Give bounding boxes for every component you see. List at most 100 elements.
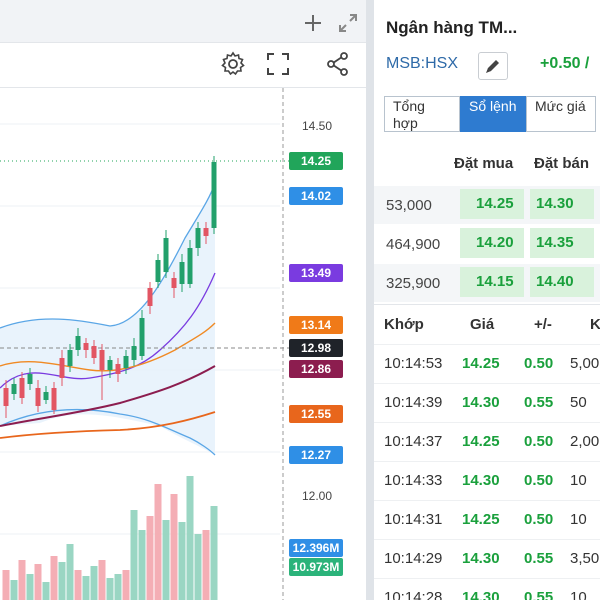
candle-body bbox=[43, 392, 49, 400]
trade-change: 0.50 bbox=[524, 355, 554, 372]
trade-row[interactable]: 10:14:33 14.30 0.50 10 bbox=[374, 461, 600, 501]
candle-body bbox=[163, 238, 169, 272]
expand-icon[interactable] bbox=[337, 12, 359, 34]
bid-price[interactable]: 14.15 bbox=[460, 267, 524, 297]
add-icon[interactable] bbox=[302, 12, 324, 34]
candle-body bbox=[155, 260, 161, 282]
trade-row[interactable]: 10:14:29 14.30 0.55 3,50 bbox=[374, 539, 600, 579]
fullscreen-icon[interactable] bbox=[265, 51, 291, 77]
volume-bar bbox=[202, 530, 210, 600]
ask-header: Đặt bán bbox=[534, 155, 590, 172]
trade-change: 0.50 bbox=[524, 472, 554, 489]
price-tag-text: 14.02 bbox=[301, 189, 331, 203]
price-tags: 14.25 14.02 13.49 13.14 12.98 12.86 12.55 12.27… bbox=[289, 152, 343, 576]
price-chart[interactable]: 14.50 12.00 14.25 14.02 13.49 13.14 12.98 12.… bbox=[0, 88, 366, 600]
volume-bar bbox=[82, 576, 90, 600]
trade-price: 14.25 bbox=[462, 511, 500, 528]
candle-body bbox=[179, 262, 185, 284]
ask-price[interactable]: 14.40 bbox=[530, 267, 594, 297]
price-tag: 12.98 bbox=[289, 339, 343, 357]
stock-title: Ngân hàng TM... bbox=[386, 18, 518, 37]
candle-body bbox=[115, 364, 121, 374]
volume-bar bbox=[170, 494, 178, 600]
trade-change: 0.50 bbox=[524, 433, 554, 450]
trade-time: 10:14:37 bbox=[384, 433, 443, 450]
ticker-symbol[interactable]: MSB:HSX bbox=[386, 55, 458, 73]
order-volume: 53,000 bbox=[386, 197, 432, 214]
price-tag-text: 12.98 bbox=[301, 341, 331, 355]
candle-body bbox=[139, 318, 145, 356]
trade-price-header: Giá bbox=[470, 316, 495, 333]
volume-bar bbox=[122, 570, 130, 600]
volume-bar bbox=[18, 560, 26, 600]
candle-body bbox=[3, 388, 9, 406]
trade-volume: 5,00 bbox=[570, 355, 600, 372]
trade-time: 10:14:28 bbox=[384, 589, 443, 600]
trade-price: 14.30 bbox=[462, 550, 500, 567]
tab-summary[interactable]: Tổng hợp bbox=[384, 96, 460, 132]
volume-bar bbox=[2, 570, 10, 600]
ask-price-text: 14.30 bbox=[536, 195, 574, 212]
trade-volume: 2,00 bbox=[570, 433, 600, 450]
candle-body bbox=[147, 288, 153, 306]
price-tag: 13.49 bbox=[289, 264, 343, 282]
chart-header bbox=[0, 0, 366, 43]
price-tag-text: 13.14 bbox=[301, 318, 331, 332]
candle-body bbox=[99, 350, 105, 370]
trade-volume: 10 bbox=[570, 589, 587, 600]
bid-price[interactable]: 14.25 bbox=[460, 189, 524, 219]
trade-volume: 10 bbox=[570, 511, 587, 528]
tab-order-book[interactable]: Sổ lệnh bbox=[460, 96, 526, 132]
ask-price[interactable]: 14.30 bbox=[530, 189, 594, 219]
trade-row[interactable]: 10:14:37 14.25 0.50 2,00 bbox=[374, 422, 600, 462]
settings-icon[interactable] bbox=[220, 51, 246, 77]
bid-price[interactable]: 14.20 bbox=[460, 228, 524, 258]
trade-price: 14.30 bbox=[462, 589, 500, 600]
volume-bar bbox=[74, 570, 82, 600]
price-tag: 14.25 bbox=[289, 152, 343, 170]
ask-price-text: 14.40 bbox=[536, 273, 574, 290]
volume-bar bbox=[26, 574, 34, 600]
trade-price: 14.30 bbox=[462, 472, 500, 489]
volume-bar bbox=[162, 520, 170, 600]
bid-header: Đặt mua bbox=[454, 155, 514, 172]
edit-ticker-button[interactable] bbox=[478, 52, 508, 80]
trade-row[interactable]: 10:14:31 14.25 0.50 10 bbox=[374, 500, 600, 540]
volume-bar bbox=[154, 484, 162, 600]
trade-time: 10:14:29 bbox=[384, 550, 443, 567]
trade-row[interactable]: 10:14:53 14.25 0.50 5,00 bbox=[374, 344, 600, 384]
candle-body bbox=[131, 346, 137, 360]
trade-price: 14.30 bbox=[462, 394, 500, 411]
trade-row[interactable]: 10:14:28 14.30 0.55 10 bbox=[374, 578, 600, 600]
volume-bar bbox=[210, 506, 218, 600]
volume-bar bbox=[10, 580, 18, 600]
tab-price-levels[interactable]: Mức giá bbox=[526, 96, 596, 132]
price-tag-text: 12.27 bbox=[301, 448, 331, 462]
trade-volume: 3,50 bbox=[570, 550, 600, 567]
trade-volume-header: K bbox=[590, 316, 600, 333]
volume-bar bbox=[42, 582, 50, 600]
trade-change: 0.55 bbox=[524, 589, 554, 600]
candle-body bbox=[123, 356, 129, 368]
trade-price: 14.25 bbox=[462, 355, 500, 372]
volume-bar bbox=[194, 534, 202, 600]
volume-bar bbox=[130, 510, 138, 600]
volume-bar bbox=[58, 562, 66, 600]
order-book-row: 53,000 14.25 14.30 bbox=[374, 186, 600, 224]
candle-body bbox=[91, 346, 97, 358]
candle-body bbox=[35, 388, 41, 406]
ask-price[interactable]: 14.35 bbox=[530, 228, 594, 258]
order-volume: 325,900 bbox=[386, 275, 441, 292]
quote-tabs: Tổng hợp Sổ lệnh Mức giá bbox=[384, 96, 600, 134]
share-icon[interactable] bbox=[325, 51, 351, 77]
candle-body bbox=[75, 336, 81, 350]
volume-bar bbox=[90, 566, 98, 600]
pane-divider[interactable] bbox=[366, 0, 374, 600]
trade-row[interactable]: 10:14:39 14.30 0.55 50 bbox=[374, 383, 600, 423]
bollinger-band-fill bbox=[0, 183, 215, 455]
volume-bar bbox=[66, 544, 74, 600]
axis-label-bottom: 12.00 bbox=[302, 489, 332, 503]
trade-change: 0.50 bbox=[524, 511, 554, 528]
price-tag: 12.55 bbox=[289, 405, 343, 423]
price-tag-text: 12.55 bbox=[301, 407, 331, 421]
